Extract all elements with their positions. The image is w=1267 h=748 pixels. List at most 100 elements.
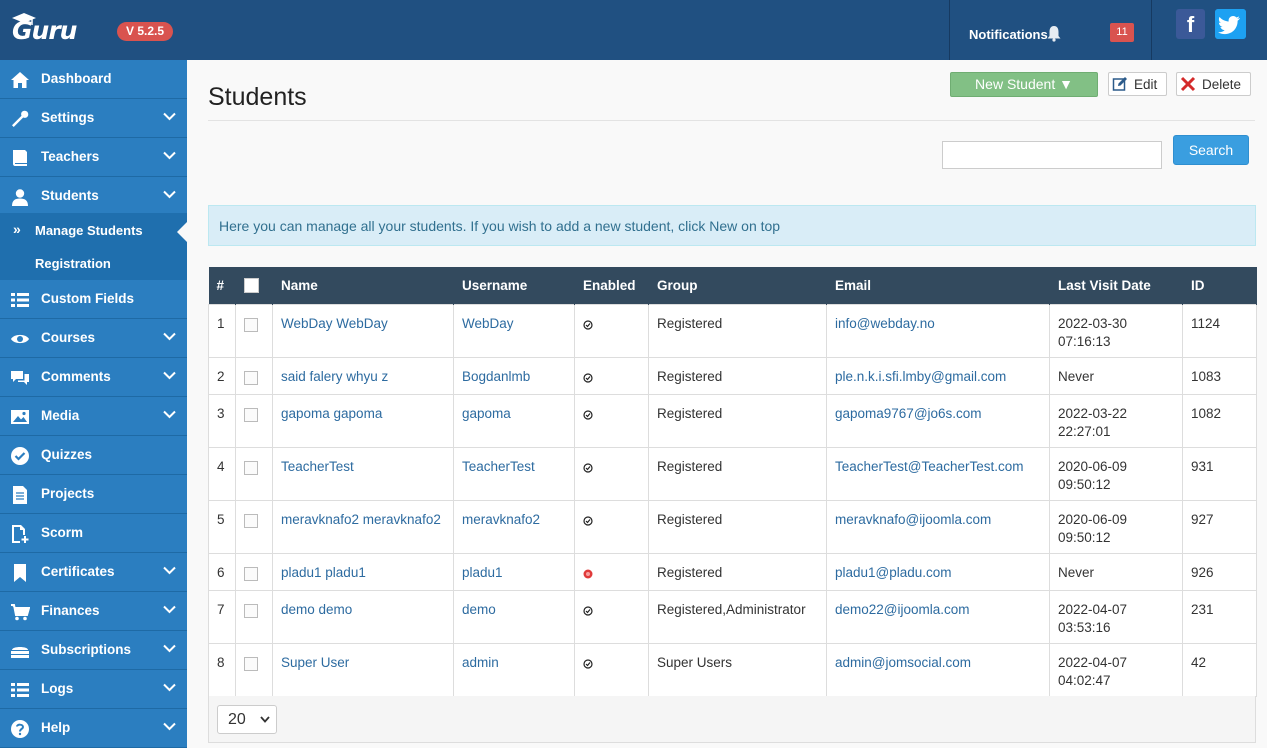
notifications-count[interactable]: 11 — [1110, 23, 1134, 42]
enabled-icon[interactable] — [583, 658, 593, 669]
username-link[interactable]: admin — [453, 642, 575, 697]
last-visit-date: 2020-06-09 — [1058, 511, 1128, 527]
enabled-icon[interactable] — [583, 319, 593, 330]
disabled-icon[interactable] — [583, 569, 593, 579]
sidebar-item-settings[interactable]: Settings — [0, 99, 187, 138]
twitter-icon[interactable] — [1215, 9, 1246, 39]
group-cell: Registered — [648, 393, 827, 448]
sidebar-item-finances[interactable]: Finances — [0, 592, 187, 631]
sidebar-item-comments[interactable]: Comments — [0, 358, 187, 397]
email-link[interactable]: info@webday.no — [826, 303, 1050, 358]
table-header-row: # Name Username Enabled Group Email Last… — [208, 267, 1257, 304]
sidebar-item-label: Courses — [41, 330, 96, 345]
column-header-email[interactable]: Email — [826, 267, 1050, 304]
chevron-down-icon — [163, 190, 176, 199]
document-icon — [13, 486, 27, 504]
last-visit-time: 09:50:12 — [1058, 476, 1111, 492]
student-name-link[interactable]: gapoma gapoma — [272, 393, 454, 448]
enabled-icon[interactable] — [583, 462, 593, 473]
bell-icon[interactable] — [1046, 25, 1062, 42]
username-link[interactable]: gapoma — [453, 393, 575, 448]
email-link[interactable]: demo22@ijoomla.com — [826, 589, 1050, 644]
sidebar-item-logs[interactable]: Logs — [0, 670, 187, 709]
delete-button[interactable]: Delete — [1176, 72, 1251, 96]
sidebar-item-courses[interactable]: Courses — [0, 319, 187, 358]
username-link[interactable]: TeacherTest — [453, 446, 575, 501]
student-name-link[interactable]: pladu1 pladu1 — [272, 552, 454, 591]
email-link[interactable]: gapoma9767@jo6s.com — [826, 393, 1050, 448]
sidebar-item-help[interactable]: Help — [0, 709, 187, 748]
email-link[interactable]: TeacherTest@TeacherTest.com — [826, 446, 1050, 501]
last-visit-cell: 2022-04-07 04:02:47 — [1049, 642, 1183, 697]
column-header-enabled[interactable]: Enabled — [574, 267, 649, 304]
column-header-number: # — [208, 267, 236, 304]
sidebar-item-scorm[interactable]: Scorm — [0, 514, 187, 553]
student-name-link[interactable]: demo demo — [272, 589, 454, 644]
row-select — [235, 303, 273, 358]
column-header-id[interactable]: ID — [1182, 267, 1257, 304]
search-input[interactable] — [942, 141, 1162, 169]
search-button[interactable]: Search — [1173, 135, 1249, 165]
email-link[interactable]: ple.n.k.i.sfi.lmby@gmail.com — [826, 356, 1050, 395]
edit-button[interactable]: Edit — [1108, 72, 1167, 96]
enabled-icon[interactable] — [583, 372, 593, 383]
table-row: 7 demo demo demo Registered,Administrato… — [208, 589, 1257, 644]
student-name-link[interactable]: said falery whyu z — [272, 356, 454, 395]
sidebar-item-quizzes[interactable]: Quizzes — [0, 436, 187, 475]
username-link[interactable]: Bogdanlmb — [453, 356, 575, 395]
facebook-icon[interactable]: f — [1176, 9, 1205, 39]
chevron-down-icon — [163, 112, 176, 121]
version-badge: V 5.2.5 — [117, 22, 173, 41]
table-row: 4 TeacherTest TeacherTest Registered Tea… — [208, 446, 1257, 501]
column-header-name[interactable]: Name — [272, 267, 454, 304]
row-checkbox[interactable] — [244, 656, 258, 671]
last-visit-date: 2022-03-22 — [1058, 405, 1128, 421]
sidebar-item-custom-fields[interactable]: Custom Fields — [0, 280, 187, 319]
row-checkbox[interactable] — [244, 603, 258, 618]
enabled-cell — [574, 303, 649, 358]
row-checkbox[interactable] — [244, 370, 258, 385]
email-link[interactable]: meravknafo@ijoomla.com — [826, 499, 1050, 554]
column-header-username[interactable]: Username — [453, 267, 575, 304]
username-link[interactable]: demo — [453, 589, 575, 644]
student-name-link[interactable]: Super User — [272, 642, 454, 697]
sidebar-subitem-registration[interactable]: Registration — [0, 248, 187, 278]
student-name-link[interactable]: meravknafo2 meravknafo2 — [272, 499, 454, 554]
row-checkbox[interactable] — [244, 407, 258, 422]
enabled-icon[interactable] — [583, 515, 593, 526]
chevron-down-icon — [163, 566, 176, 575]
column-header-last-visit[interactable]: Last Visit Date — [1049, 267, 1183, 304]
wrench-icon — [12, 110, 29, 127]
select-all-checkbox[interactable] — [244, 278, 259, 294]
row-checkbox[interactable] — [244, 566, 258, 581]
sidebar-item-projects[interactable]: Projects — [0, 475, 187, 514]
notifications-label[interactable]: Notifications — [969, 27, 1048, 42]
last-visit-cell: 2020-06-09 09:50:12 — [1049, 499, 1183, 554]
sidebar-item-dashboard[interactable]: Dashboard — [0, 60, 187, 99]
sidebar-item-subscriptions[interactable]: Subscriptions — [0, 631, 187, 670]
column-header-group[interactable]: Group — [648, 267, 827, 304]
sidebar-item-teachers[interactable]: Teachers — [0, 138, 187, 177]
eye-icon — [11, 334, 29, 344]
sidebar-item-certificates[interactable]: Certificates — [0, 553, 187, 592]
chevron-down-icon — [163, 644, 176, 653]
enabled-icon[interactable] — [583, 605, 593, 616]
username-link[interactable]: WebDay — [453, 303, 575, 358]
group-cell: Registered,Administrator — [648, 589, 827, 644]
sidebar-item-media[interactable]: Media — [0, 397, 187, 436]
email-link[interactable]: pladu1@pladu.com — [826, 552, 1050, 591]
table-row: 3 gapoma gapoma gapoma Registered gapoma… — [208, 393, 1257, 448]
sidebar-item-students[interactable]: Students — [0, 177, 187, 216]
new-student-button[interactable]: New Student ▼ — [950, 72, 1098, 97]
row-checkbox[interactable] — [244, 460, 258, 475]
page-size-select[interactable]: 20 — [217, 705, 277, 734]
sidebar-subitem-manage-students[interactable]: » Manage Students — [0, 215, 187, 245]
student-name-link[interactable]: WebDay WebDay — [272, 303, 454, 358]
username-link[interactable]: pladu1 — [453, 552, 575, 591]
email-link[interactable]: admin@jomsocial.com — [826, 642, 1050, 697]
row-checkbox[interactable] — [244, 317, 258, 332]
username-link[interactable]: meravknafo2 — [453, 499, 575, 554]
row-checkbox[interactable] — [244, 513, 258, 528]
student-name-link[interactable]: TeacherTest — [272, 446, 454, 501]
enabled-icon[interactable] — [583, 409, 593, 420]
